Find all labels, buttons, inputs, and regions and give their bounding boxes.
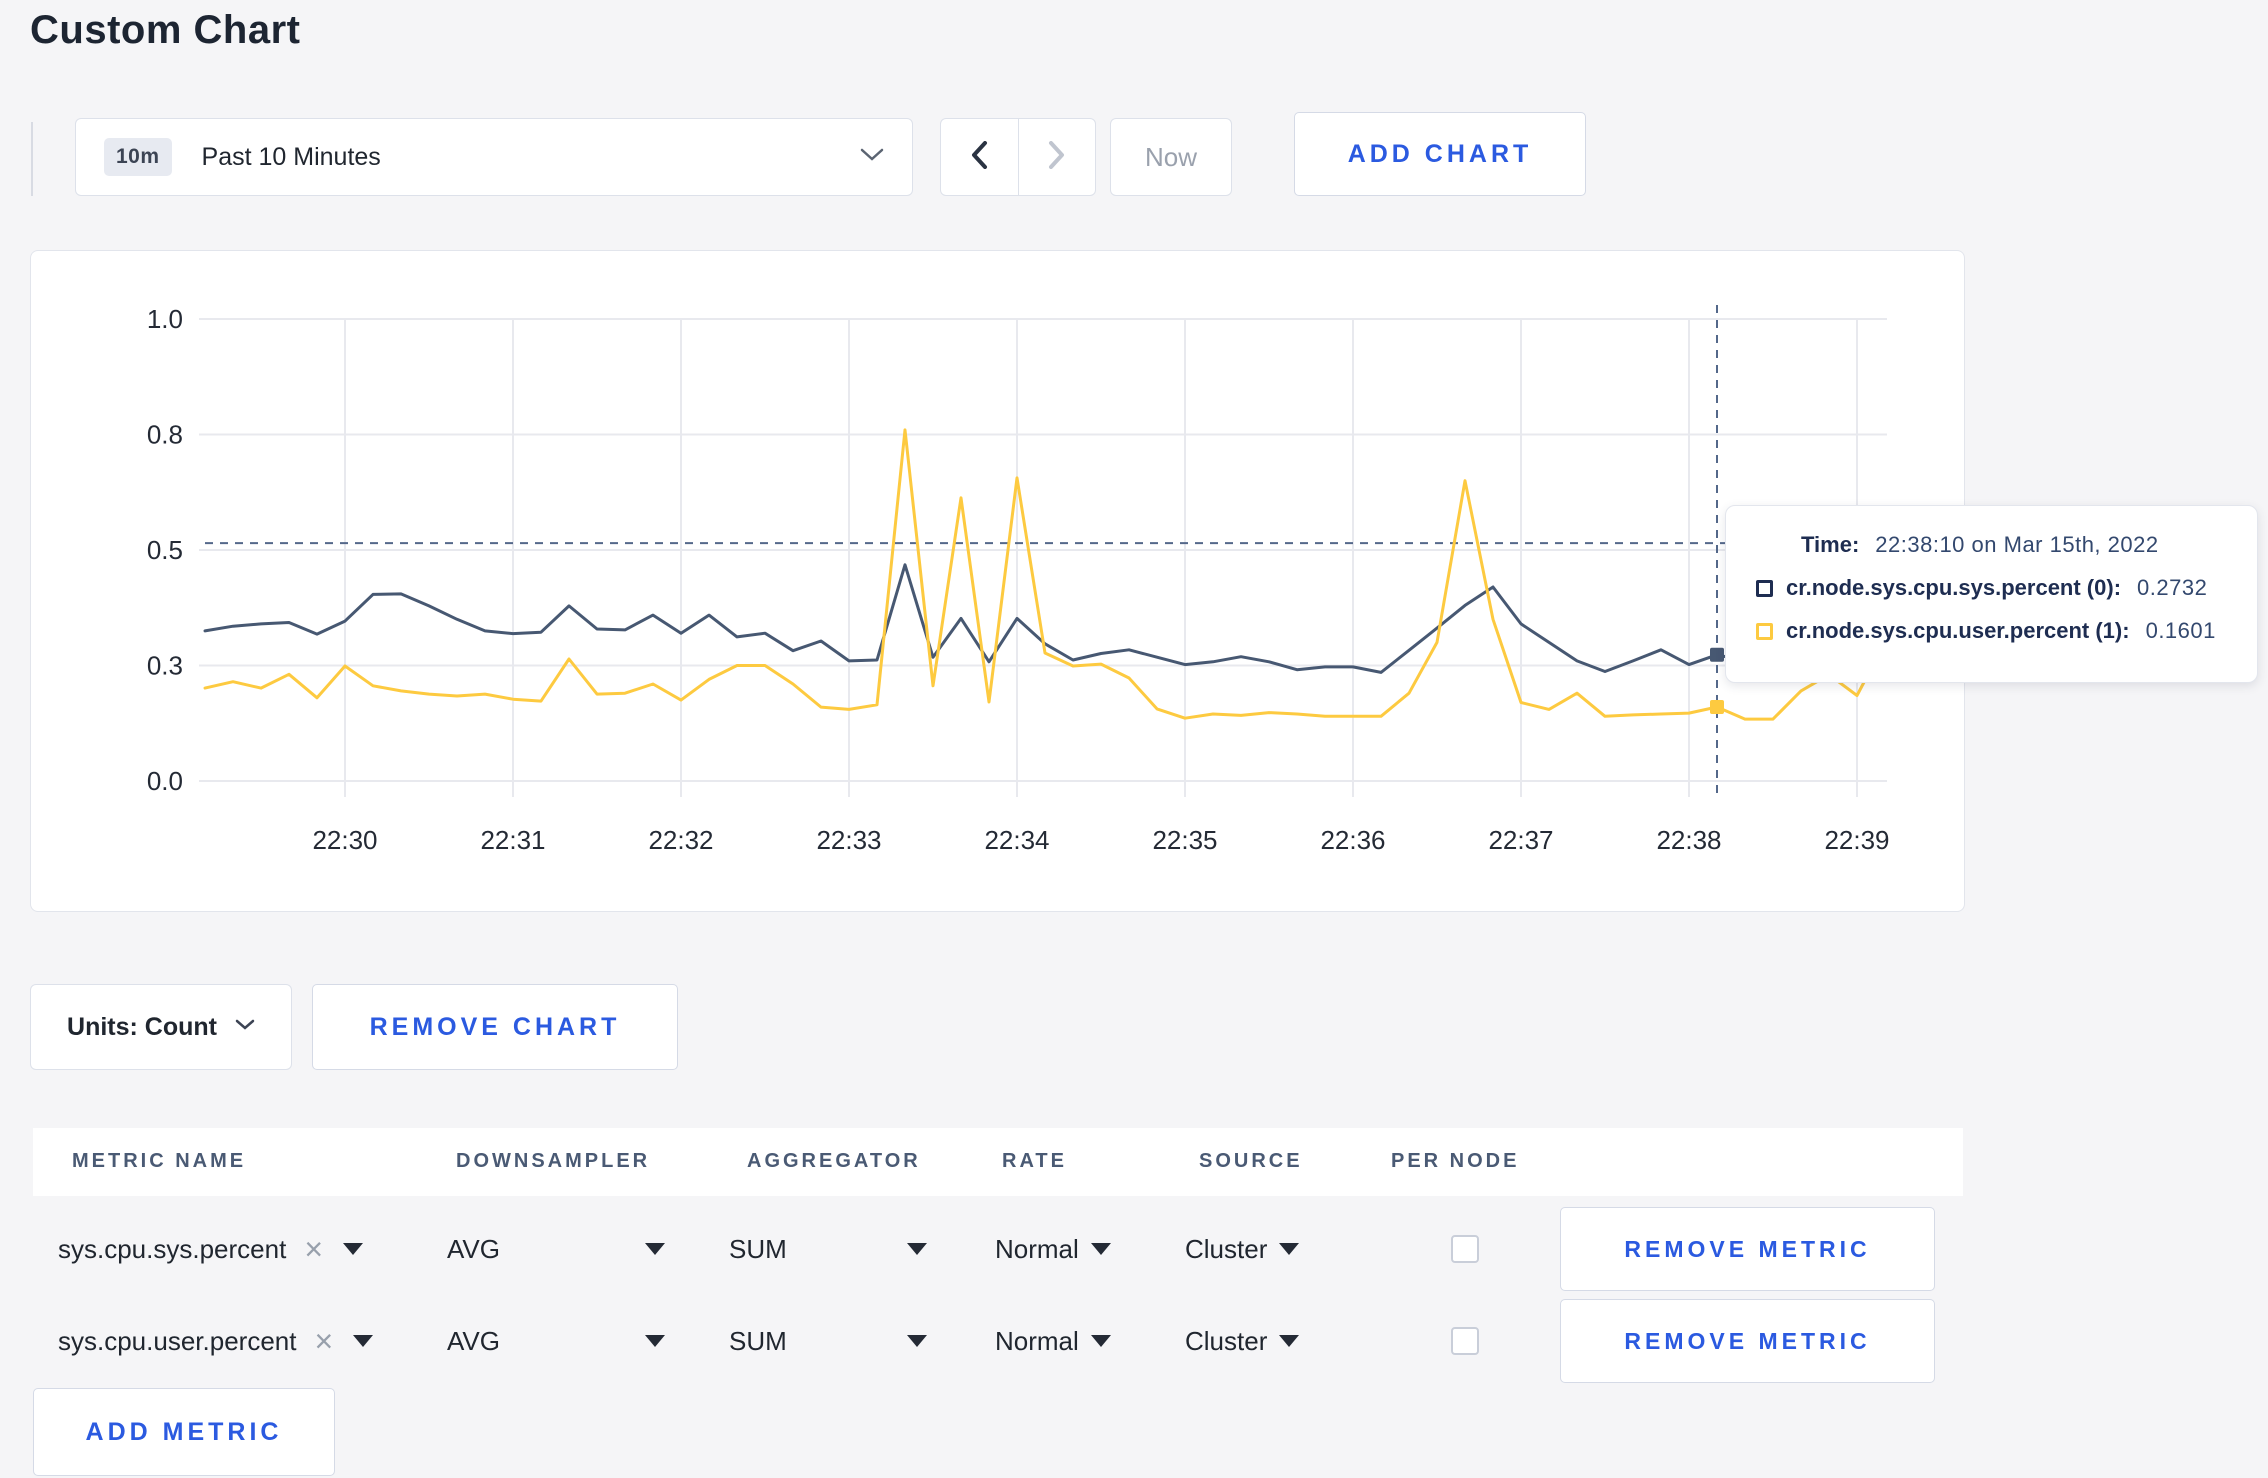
add-metric-label: ADD METRIC (85, 1417, 283, 1446)
add-chart-label: ADD CHART (1347, 139, 1533, 168)
header-downsampler: DOWNSAMPLER (456, 1150, 651, 1172)
svg-text:22:38: 22:38 (1656, 825, 1721, 855)
remove-chart-label: REMOVE CHART (369, 1012, 621, 1041)
chevron-right-icon (1048, 140, 1066, 174)
svg-text:22:30: 22:30 (312, 825, 377, 855)
downsampler-value: AVG (447, 1233, 500, 1264)
svg-text:0.5: 0.5 (147, 535, 183, 565)
time-range-label: Past 10 Minutes (201, 142, 381, 171)
table-row: sys.cpu.sys.percent × AVG SUM Normal Clu… (33, 1206, 1963, 1292)
time-pager (940, 118, 1096, 196)
controls-divider (31, 122, 33, 196)
rate-select[interactable]: Normal (995, 1298, 1111, 1384)
tooltip-time-label: Time: (1801, 532, 1860, 557)
aggregator-value: SUM (729, 1233, 787, 1264)
svg-text:0.8: 0.8 (147, 420, 183, 450)
svg-text:22:37: 22:37 (1488, 825, 1553, 855)
table-row: sys.cpu.user.percent × AVG SUM Normal Cl… (33, 1298, 1963, 1384)
source-value: Cluster (1185, 1325, 1268, 1356)
caret-down-icon (1090, 1243, 1111, 1255)
chevron-down-icon (860, 148, 884, 167)
rate-value: Normal (995, 1233, 1079, 1264)
clear-metric-icon[interactable]: × (304, 1233, 323, 1265)
chart-tooltip: Time: 22:38:10 on Mar 15th, 2022 cr.node… (1725, 505, 2258, 683)
source-select[interactable]: Cluster (1185, 1206, 1300, 1292)
svg-text:22:32: 22:32 (648, 825, 713, 855)
time-range-select[interactable]: 10m Past 10 Minutes (75, 118, 913, 196)
remove-metric-button[interactable]: REMOVE METRIC (1560, 1299, 1935, 1383)
header-aggregator: AGGREGATOR (747, 1150, 921, 1172)
sys-series-swatch-icon (1756, 579, 1773, 597)
clear-metric-icon[interactable]: × (314, 1325, 333, 1357)
svg-text:22:36: 22:36 (1320, 825, 1385, 855)
downsampler-value: AVG (447, 1325, 500, 1356)
header-metric-name: METRIC NAME (72, 1150, 247, 1172)
tooltip-time-value: 22:38:10 on Mar 15th, 2022 (1875, 532, 2159, 557)
chevron-left-icon (970, 140, 988, 174)
chevron-down-icon (235, 1018, 255, 1036)
caret-down-icon (907, 1243, 927, 1255)
remove-metric-label: REMOVE METRIC (1624, 1327, 1871, 1354)
caret-down-icon[interactable] (353, 1335, 374, 1347)
caret-down-icon (645, 1243, 665, 1255)
metrics-table-header: METRIC NAME DOWNSAMPLER AGGREGATOR RATE … (33, 1128, 1963, 1196)
per-node-checkbox[interactable] (1451, 1235, 1479, 1263)
rate-value: Normal (995, 1325, 1079, 1356)
svg-text:22:31: 22:31 (480, 825, 545, 855)
source-select[interactable]: Cluster (1185, 1298, 1300, 1384)
tooltip-sys-series-value: 0.2732 (2137, 575, 2208, 600)
tooltip-sys-series-name: cr.node.sys.cpu.sys.percent (0): (1786, 575, 2122, 600)
remove-chart-button[interactable]: REMOVE CHART (312, 984, 678, 1070)
next-time-button[interactable] (1017, 119, 1096, 195)
aggregator-select[interactable]: SUM (729, 1298, 927, 1384)
now-button-label: Now (1144, 141, 1197, 172)
time-range-badge: 10m (104, 138, 172, 176)
svg-text:1.0: 1.0 (147, 304, 183, 334)
rate-select[interactable]: Normal (995, 1206, 1111, 1292)
per-node-checkbox[interactable] (1451, 1327, 1479, 1355)
remove-metric-label: REMOVE METRIC (1624, 1235, 1871, 1262)
prev-time-button[interactable] (941, 119, 1018, 195)
tooltip-user-series-name: cr.node.sys.cpu.user.percent (1): (1786, 618, 2130, 643)
page-title: Custom Chart (30, 8, 301, 52)
units-select[interactable]: Units: Count (30, 984, 292, 1070)
caret-down-icon (907, 1335, 927, 1347)
chart-card: 0.0 0.3 0.5 0.8 1.0 22:30 22:31 22:32 22:33 22:34… (30, 250, 1965, 912)
user-series-swatch-icon (1756, 622, 1773, 640)
aggregator-select[interactable]: SUM (729, 1206, 927, 1292)
svg-text:0.3: 0.3 (147, 651, 183, 681)
source-value: Cluster (1185, 1233, 1268, 1264)
downsampler-select[interactable]: AVG (447, 1298, 665, 1384)
svg-text:22:39: 22:39 (1824, 825, 1889, 855)
remove-metric-button[interactable]: REMOVE METRIC (1560, 1207, 1935, 1291)
caret-down-icon (1279, 1243, 1300, 1255)
caret-down-icon[interactable] (343, 1243, 363, 1255)
svg-text:22:34: 22:34 (984, 825, 1049, 855)
add-chart-button[interactable]: ADD CHART (1294, 112, 1586, 196)
downsampler-select[interactable]: AVG (447, 1206, 665, 1292)
svg-text:22:33: 22:33 (816, 825, 881, 855)
units-select-label: Units: Count (67, 1012, 217, 1041)
add-metric-button[interactable]: ADD METRIC (33, 1388, 335, 1476)
tooltip-user-series-value: 0.1601 (2145, 618, 2216, 643)
header-rate: RATE (1002, 1150, 1067, 1172)
aggregator-value: SUM (729, 1325, 787, 1356)
header-per-node: PER NODE (1391, 1150, 1520, 1172)
custom-chart-canvas[interactable]: 0.0 0.3 0.5 0.8 1.0 22:30 22:31 22:32 22:33 22:34… (31, 251, 1966, 913)
header-source: SOURCE (1199, 1150, 1303, 1172)
caret-down-icon (1090, 1335, 1111, 1347)
now-button[interactable]: Now (1110, 118, 1232, 196)
metric-name-value: sys.cpu.user.percent (58, 1325, 297, 1356)
caret-down-icon (645, 1335, 665, 1347)
svg-text:22:35: 22:35 (1152, 825, 1217, 855)
svg-text:0.0: 0.0 (147, 766, 183, 796)
caret-down-icon (1279, 1335, 1300, 1347)
metric-name-value: sys.cpu.sys.percent (58, 1233, 287, 1264)
